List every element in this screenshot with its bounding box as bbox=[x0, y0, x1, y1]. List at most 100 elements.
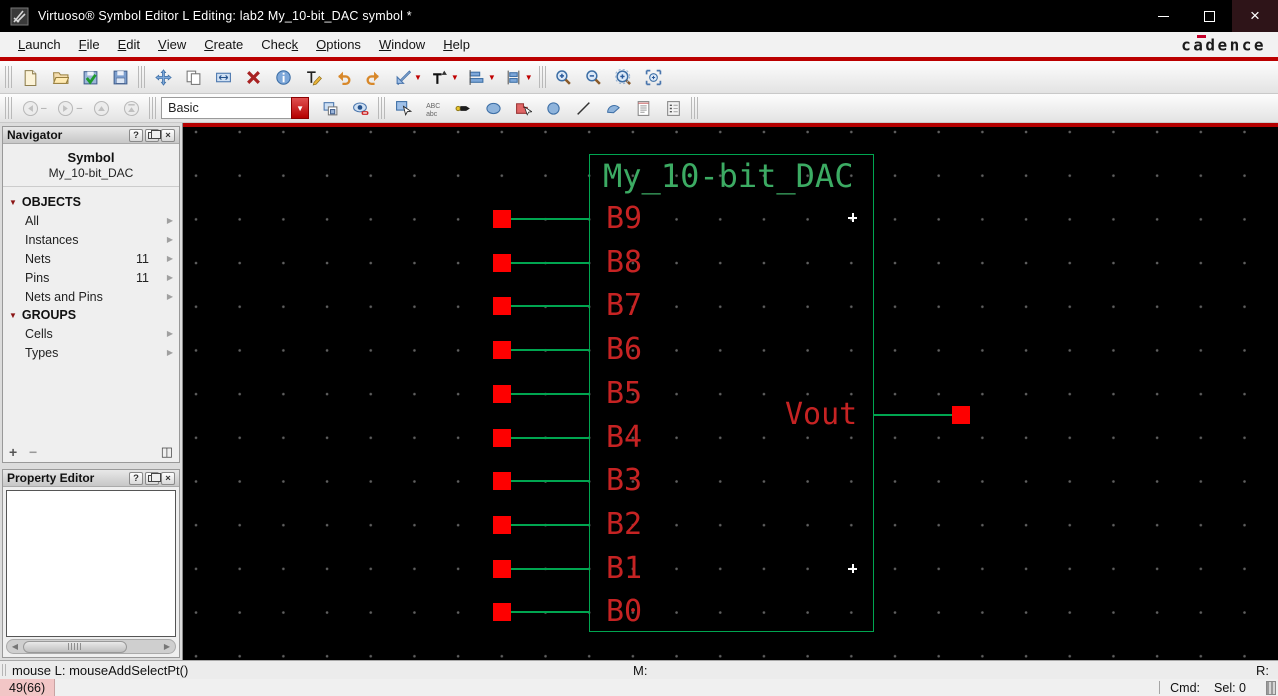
property-editor-hscrollbar[interactable]: ◀ ▶ bbox=[6, 639, 176, 654]
ellipse-tool-button[interactable] bbox=[478, 96, 508, 121]
menu-create[interactable]: Create bbox=[195, 32, 252, 57]
properties-button[interactable] bbox=[268, 64, 298, 91]
create-label-dropdown-caret[interactable]: ▼ bbox=[451, 73, 459, 82]
zoom-out-button[interactable] bbox=[579, 64, 609, 91]
close-button[interactable]: × bbox=[1232, 0, 1278, 32]
pin-label-b8[interactable]: B8 bbox=[606, 243, 642, 283]
style-selector-dropdown-icon[interactable]: ▼ bbox=[291, 97, 310, 119]
style-selector-value[interactable]: Basic bbox=[161, 97, 292, 119]
navigator-header[interactable]: Navigator ? × bbox=[3, 127, 179, 144]
toolbar-handle[interactable] bbox=[691, 97, 699, 119]
menu-edit[interactable]: Edit bbox=[109, 32, 149, 57]
toolbar-handle[interactable] bbox=[138, 66, 145, 88]
tree-section-objects[interactable]: ▼ OBJECTS bbox=[3, 193, 179, 211]
tree-item-all[interactable]: All ▶ bbox=[3, 211, 179, 230]
pin-square-b2[interactable] bbox=[493, 516, 511, 535]
property-editor-help-icon[interactable]: ? bbox=[129, 471, 143, 485]
note-tool-button[interactable] bbox=[628, 96, 658, 121]
label-tool-button[interactable]: ABC abc bbox=[418, 96, 448, 121]
menu-check[interactable]: Chec k bbox=[252, 32, 307, 57]
navigator-columns-button[interactable]: ◫ bbox=[161, 444, 173, 460]
edit-labels-button[interactable] bbox=[298, 64, 328, 91]
pin-label-b5[interactable]: B5 bbox=[606, 374, 642, 414]
scroll-left-icon[interactable]: ◀ bbox=[7, 640, 23, 653]
toolbar-handle[interactable] bbox=[5, 97, 12, 119]
redo-button[interactable] bbox=[358, 64, 388, 91]
pin-square-b4[interactable] bbox=[493, 428, 511, 447]
menu-launch[interactable]: Launch bbox=[9, 32, 70, 57]
tree-item-instances[interactable]: Instances ▶ bbox=[3, 230, 179, 249]
scrollbar-thumb[interactable] bbox=[23, 640, 128, 653]
save-button[interactable] bbox=[105, 64, 135, 91]
pin-label-b0[interactable]: B0 bbox=[606, 592, 642, 632]
undo-button[interactable] bbox=[328, 64, 358, 91]
chevron-right-icon[interactable]: ▶ bbox=[157, 348, 173, 357]
tree-item-nets[interactable]: Nets 11 ▶ bbox=[3, 249, 179, 268]
pin-label-b6[interactable]: B6 bbox=[606, 330, 642, 370]
edit-shape-tool-button[interactable] bbox=[508, 96, 538, 121]
go-back-button[interactable] bbox=[15, 96, 45, 121]
minimize-button[interactable] bbox=[1140, 0, 1186, 32]
pin-label-b3[interactable]: B3 bbox=[606, 461, 642, 501]
tree-item-types[interactable]: Types ▶ bbox=[3, 343, 179, 362]
navigator-float-icon[interactable] bbox=[145, 128, 161, 142]
chevron-right-icon[interactable]: ▶ bbox=[157, 254, 173, 263]
navigator-add-button[interactable]: + bbox=[9, 444, 29, 460]
toolbar-handle[interactable] bbox=[5, 66, 12, 88]
line-tool-button[interactable] bbox=[568, 96, 598, 121]
pin-square-b8[interactable] bbox=[493, 253, 511, 272]
pin-square-vout[interactable] bbox=[952, 406, 970, 424]
toolbar-handle[interactable] bbox=[149, 97, 157, 119]
go-forward-button[interactable] bbox=[51, 96, 81, 121]
pin-wire-b4[interactable] bbox=[511, 436, 590, 439]
menu-options[interactable]: Options bbox=[307, 32, 370, 57]
zoom-to-fit-button[interactable] bbox=[609, 64, 639, 91]
check-and-save-button[interactable] bbox=[75, 64, 105, 91]
tree-section-groups[interactable]: ▼ GROUPS bbox=[3, 306, 179, 324]
chevron-right-icon[interactable]: ▶ bbox=[157, 235, 173, 244]
pin-square-b7[interactable] bbox=[493, 297, 511, 316]
tree-item-nets-and-pins[interactable]: Nets and Pins ▶ bbox=[3, 287, 179, 306]
menu-window[interactable]: Window bbox=[370, 32, 434, 57]
pin-label-vout[interactable]: Vout bbox=[785, 395, 857, 435]
symbol-title-label[interactable]: My_10-bit_DAC bbox=[603, 157, 853, 195]
navigator-remove-button[interactable]: − bbox=[29, 444, 49, 460]
navigator-help-icon[interactable]: ? bbox=[129, 128, 143, 142]
property-editor-header[interactable]: Property Editor ? × bbox=[3, 470, 179, 487]
zoom-to-selected-button[interactable] bbox=[639, 64, 669, 91]
tree-item-cells[interactable]: Cells ▶ bbox=[3, 324, 179, 343]
zoom-in-button[interactable] bbox=[549, 64, 579, 91]
tree-item-pins[interactable]: Pins 11 ▶ bbox=[3, 268, 179, 287]
pin-tool-button[interactable] bbox=[448, 96, 478, 121]
chevron-right-icon[interactable]: ▶ bbox=[157, 273, 173, 282]
copy-button[interactable] bbox=[178, 64, 208, 91]
symbol-canvas[interactable]: My_10-bit_DAC B9 B8 B7 B6 B5 B4 B3 B2 B1 B0 Vout bbox=[183, 123, 1278, 660]
measure-dropdown-caret[interactable]: ▼ bbox=[414, 73, 422, 82]
chevron-right-icon[interactable]: ▶ bbox=[157, 329, 173, 338]
pin-wire-b3[interactable] bbox=[511, 480, 590, 483]
pin-square-b3[interactable] bbox=[493, 472, 511, 491]
pin-wire-b9[interactable] bbox=[511, 218, 590, 220]
distribute-dropdown-caret[interactable]: ▼ bbox=[525, 73, 533, 82]
copy-view-button[interactable] bbox=[315, 96, 345, 121]
menu-help[interactable]: Help bbox=[434, 32, 479, 57]
section-collapse-icon[interactable]: ▼ bbox=[9, 311, 17, 320]
pin-wire-b7[interactable] bbox=[511, 305, 590, 308]
toolbar-handle[interactable] bbox=[378, 97, 386, 119]
go-up-button[interactable] bbox=[86, 96, 116, 121]
pin-square-b5[interactable] bbox=[493, 384, 511, 403]
navigator-close-icon[interactable]: × bbox=[161, 128, 175, 142]
pin-square-b0[interactable] bbox=[493, 603, 511, 622]
property-editor-body[interactable] bbox=[6, 490, 176, 637]
pin-square-b9[interactable] bbox=[493, 210, 511, 228]
property-editor-float-icon[interactable] bbox=[145, 471, 161, 485]
pin-wire-b6[interactable] bbox=[511, 349, 590, 352]
pin-label-b4[interactable]: B4 bbox=[606, 418, 642, 458]
scroll-right-icon[interactable]: ▶ bbox=[159, 640, 175, 653]
pin-label-b2[interactable]: B2 bbox=[606, 505, 642, 545]
pin-wire-b8[interactable] bbox=[511, 261, 590, 264]
pin-label-b9[interactable]: B9 bbox=[606, 199, 642, 239]
menu-view[interactable]: View bbox=[149, 32, 195, 57]
chevron-right-icon[interactable]: ▶ bbox=[157, 292, 173, 301]
property-editor-close-icon[interactable]: × bbox=[161, 471, 175, 485]
